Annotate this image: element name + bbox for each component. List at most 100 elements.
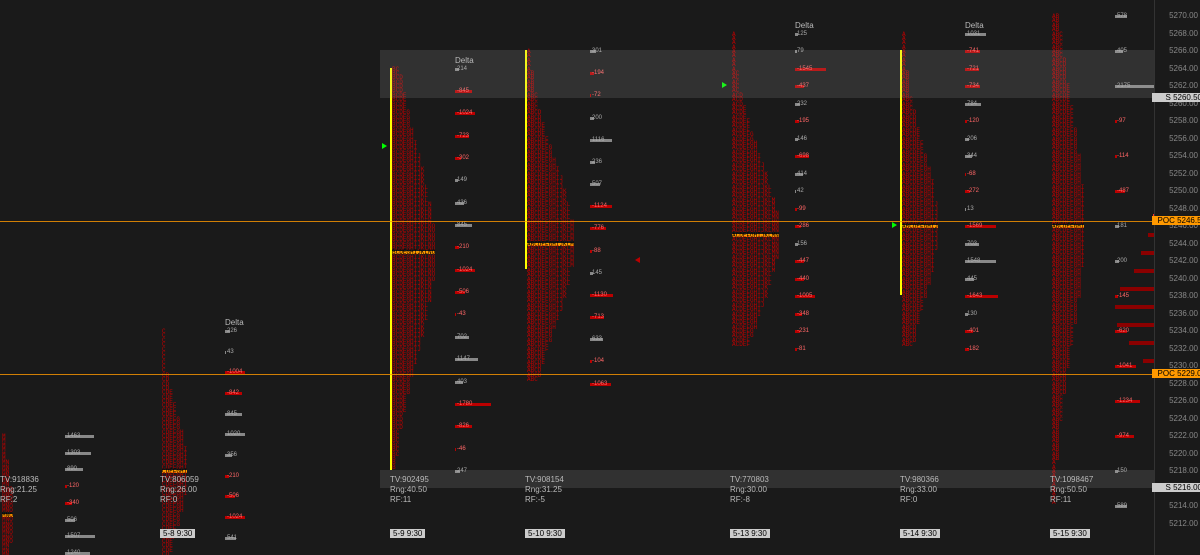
delta-value: 507 <box>592 181 602 187</box>
session-date-label: 5-14 9:30 <box>900 529 940 538</box>
poc-line <box>0 374 1155 375</box>
value-area-shade <box>380 470 1155 488</box>
delta-value: 130 <box>967 311 977 317</box>
delta-bar <box>225 351 226 354</box>
stat-rng: Rng:26.00 <box>160 485 199 495</box>
price-tick: 5262.00 <box>1156 81 1198 90</box>
stat-rf: RF:2 <box>0 495 39 505</box>
delta-value: 236 <box>592 159 602 165</box>
initial-balance-bar <box>390 68 392 471</box>
delta-header: Delta <box>965 21 984 30</box>
delta-value: 13 <box>967 206 974 212</box>
delta-value: 1116 <box>592 137 604 143</box>
delta-value: -120 <box>967 118 979 124</box>
s-level-label: S 5216.00 <box>1152 483 1200 492</box>
price-tick: 5224.00 <box>1156 414 1198 423</box>
session-profile[interactable]: MMMMMMMNMNMNMNMNMNMNOMNOMNOMNOMNOMNOMNOM… <box>0 0 160 540</box>
delta-value: -776 <box>592 225 604 231</box>
stat-tv: TV:806059 <box>160 475 199 485</box>
tpo-row: ABC <box>902 343 913 346</box>
delta-value: 43 <box>227 349 234 355</box>
delta-value: 1548 <box>967 258 980 264</box>
delta-value: -842 <box>227 390 239 396</box>
price-tick: 5252.00 <box>1156 169 1198 178</box>
delta-value: -506 <box>227 493 239 499</box>
session-profile[interactable]: CCCCCCCCCCCDCDCDCDCDECDECDECDEFCDEFCDEFC… <box>160 0 320 540</box>
delta-value: -723 <box>457 133 469 139</box>
price-tick: 5226.00 <box>1156 396 1198 405</box>
delta-value: -272 <box>967 188 979 194</box>
delta-value: 506 <box>67 517 77 523</box>
delta-value: 1240 <box>67 550 80 555</box>
delta-value: 784 <box>967 101 977 107</box>
price-tick: 5238.00 <box>1156 291 1198 300</box>
delta-value: -182 <box>967 346 979 352</box>
delta-value: -104 <box>592 358 604 364</box>
delta-value: -286 <box>797 223 809 229</box>
delta-value: -447 <box>797 258 809 264</box>
delta-value: -506 <box>457 289 469 295</box>
price-tick: 5236.00 <box>1156 309 1198 318</box>
delta-value: 633 <box>592 336 602 342</box>
delta-bar <box>795 190 796 193</box>
delta-value: -1024 <box>227 514 242 520</box>
delta-value: 226 <box>227 328 237 334</box>
delta-value: 206 <box>967 136 977 142</box>
delta-value: 232 <box>797 101 807 107</box>
delta-value: -340 <box>67 500 79 506</box>
delta-value: 445 <box>967 276 977 282</box>
delta-value: -826 <box>457 423 469 429</box>
price-axis: 5212.005214.005216.005218.005220.005222.… <box>1154 0 1200 555</box>
tpo-row: B <box>392 466 396 469</box>
delta-value: -68 <box>967 171 976 177</box>
price-tick: 5248.00 <box>1156 204 1198 213</box>
delta-value: -43 <box>457 311 466 317</box>
poc-arrow-icon <box>382 143 387 149</box>
tpo-chart-canvas[interactable]: MMMMMMMNMNMNMNMNMNMNOMNOMNOMNOMNOMNOMNOM… <box>0 0 1155 555</box>
delta-value: 156 <box>797 241 807 247</box>
price-tick: 5258.00 <box>1156 116 1198 125</box>
delta-value: -1780 <box>457 401 472 407</box>
delta-value: 414 <box>797 171 807 177</box>
delta-value: 200 <box>592 115 602 121</box>
delta-value: -1024 <box>457 267 472 273</box>
delta-value: 845 <box>227 411 237 417</box>
stat-rf: RF:-5 <box>525 495 564 505</box>
poc-line <box>0 221 1155 222</box>
delta-value: 703 <box>967 241 977 247</box>
delta-value: -1643 <box>967 293 982 299</box>
delta-value: 356 <box>227 452 237 458</box>
delta-value: -698 <box>797 153 809 159</box>
delta-value: 436 <box>457 200 467 206</box>
value-area-shade <box>380 50 1155 98</box>
price-tick: 5266.00 <box>1156 46 1198 55</box>
delta-value: -348 <box>797 311 809 317</box>
delta-value: -81 <box>797 346 806 352</box>
delta-value: 1507 <box>67 533 80 539</box>
delta-value: 403 <box>457 379 467 385</box>
stat-rf: RF:-8 <box>730 495 769 505</box>
stat-rf: RF:0 <box>160 495 199 505</box>
poc-label: POC 5229.00 <box>1152 369 1200 378</box>
price-tick: 5270.00 <box>1156 11 1198 20</box>
price-tick: 5228.00 <box>1156 379 1198 388</box>
delta-value: -1569 <box>967 223 982 229</box>
delta-value: -231 <box>797 328 809 334</box>
delta-value: 344 <box>967 153 977 159</box>
tpo-row: ACDEF <box>732 343 750 346</box>
delta-header: Delta <box>225 318 244 327</box>
delta-value: -195 <box>797 118 809 124</box>
session-date-label: 5-15 9:30 <box>1050 529 1090 538</box>
delta-value: 890 <box>67 466 77 472</box>
delta-value: -713 <box>592 314 604 320</box>
delta-bar <box>455 313 456 316</box>
delta-value: -99 <box>797 206 806 212</box>
delta-value: -1024 <box>457 110 472 116</box>
price-tick: 5254.00 <box>1156 151 1198 160</box>
delta-value: 702 <box>457 334 467 340</box>
price-tick: 5218.00 <box>1156 466 1198 475</box>
delta-value: 1463 <box>67 433 80 439</box>
delta-bar <box>455 448 456 451</box>
delta-value: 1020 <box>227 431 240 437</box>
stat-rf: RF:11 <box>1050 495 1093 505</box>
